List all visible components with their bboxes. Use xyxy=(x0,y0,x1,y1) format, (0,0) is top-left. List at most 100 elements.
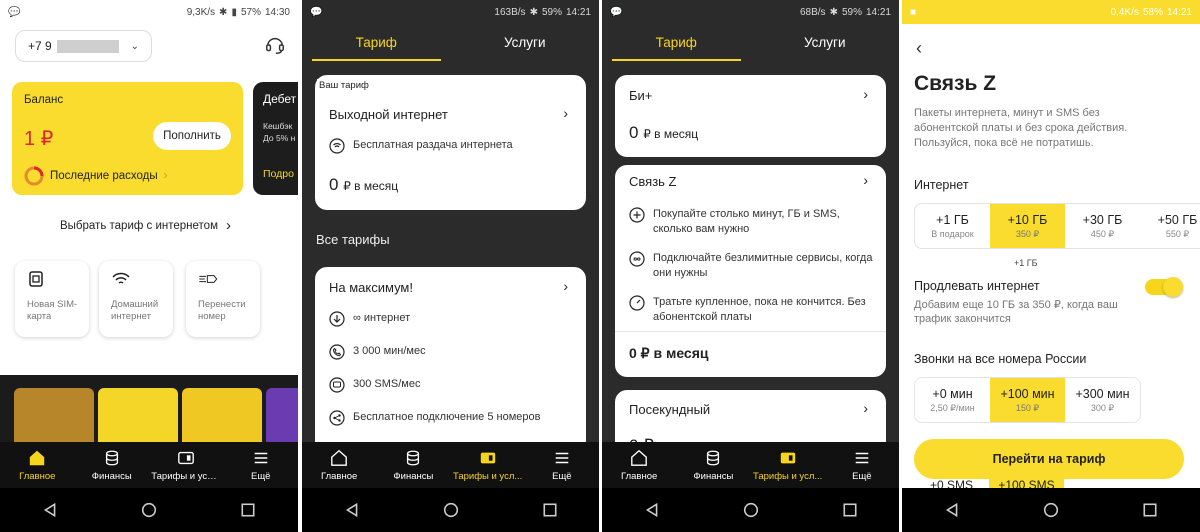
calls-option[interactable]: +300 мин 300 ₽ xyxy=(1065,378,1140,422)
price-unit: ₽ в месяц xyxy=(343,179,399,193)
debit-card-promo[interactable]: Дебет Кешбэк До 5% н Подро xyxy=(253,82,298,195)
last-expenses-link[interactable]: Последние расходы › xyxy=(24,166,167,186)
internet-option[interactable]: +30 ГБ 450 ₽ xyxy=(1065,204,1140,248)
tab-more[interactable]: Ещё xyxy=(827,449,897,482)
chevron-right-icon: › xyxy=(563,278,568,294)
tab-home-label: Главное xyxy=(620,470,658,482)
tab-finance[interactable]: Финансы xyxy=(77,449,147,482)
feature-item: 300 SMS/мес xyxy=(329,377,420,393)
feature-item: Подключайте безлимитные сервисы, когда о… xyxy=(629,251,874,281)
internet-option[interactable]: +1 ГБ В подарок xyxy=(915,204,990,248)
tab-more[interactable]: Ещё xyxy=(527,449,597,482)
tab-home[interactable]: Главное xyxy=(304,449,374,482)
tariff-name: Посекундный xyxy=(629,402,711,417)
switch-tariff-button[interactable]: Перейти на тариф xyxy=(914,439,1184,479)
back-nav-icon[interactable] xyxy=(944,502,960,518)
tab-finance[interactable]: Финансы xyxy=(678,449,748,482)
menu-icon xyxy=(555,452,569,463)
current-tariff-card[interactable]: Ваш тариф Выходной интернет › Бесплатная… xyxy=(315,75,586,210)
tab-finance[interactable]: Финансы xyxy=(378,449,448,482)
option-sub: 2,50 ₽/мин xyxy=(930,402,975,413)
option-label: +30 ГБ xyxy=(1082,212,1123,227)
tariff-card-z[interactable]: Связь Z › Покупайте столько минут, ГБ и … xyxy=(615,165,886,377)
tariff-top-tabs: Тариф Услуги xyxy=(302,24,599,61)
pick-tariff-link[interactable]: Выбрать тариф с интернетом › xyxy=(60,217,231,234)
option-label: +100 мин xyxy=(1000,386,1055,401)
home-nav-icon[interactable] xyxy=(743,502,759,518)
calls-option-selected[interactable]: +100 мин 150 ₽ xyxy=(990,378,1065,422)
clock: 14:21 xyxy=(565,6,591,18)
tab-tariffs[interactable]: Тарифы и усл... xyxy=(753,449,823,482)
internet-option-selected[interactable]: +10 ГБ 350 ₽ xyxy=(990,204,1065,248)
system-nav-bar xyxy=(0,488,298,532)
current-tariff-badge: Ваш тариф xyxy=(317,79,371,92)
battery-level: 58% xyxy=(1142,6,1163,18)
home-nav-icon[interactable] xyxy=(443,502,459,518)
back-nav-icon[interactable] xyxy=(42,502,58,518)
bluetooth-icon: ✱ xyxy=(529,6,538,18)
tab-home-label: Главное xyxy=(320,470,358,482)
tab-finance-label: Финансы xyxy=(91,470,132,482)
extend-toggle[interactable] xyxy=(1145,277,1183,297)
feature-text: ∞ интернет xyxy=(353,312,411,324)
home-internet-button[interactable]: Домашний интернет xyxy=(99,261,173,337)
signal-icon: ▮ xyxy=(231,6,237,18)
home-nav-icon[interactable] xyxy=(141,502,157,518)
status-bar: 💬 68B/s ✱ 59% 14:21 xyxy=(602,0,899,24)
support-headset-icon[interactable] xyxy=(264,34,286,56)
balance-value: 1 ₽ xyxy=(24,128,54,150)
transfer-icon xyxy=(199,275,218,283)
recents-nav-icon[interactable] xyxy=(542,502,558,518)
back-nav-icon[interactable] xyxy=(644,502,660,518)
tab-tariff[interactable]: Тариф xyxy=(302,24,451,61)
topup-button[interactable]: Пополнить xyxy=(153,122,231,150)
tab-tariffs-label: Тарифы и усл... xyxy=(452,470,523,482)
feature-item: Тратьте купленное, пока не кончится. Без… xyxy=(629,295,874,325)
phone-number: +7 9 xyxy=(28,39,52,53)
tariff-card-max[interactable]: На максимум! › ∞ интернет 3 000 мин/мес … xyxy=(315,267,586,467)
tab-home[interactable]: Главное xyxy=(2,449,72,482)
tab-finance-label: Финансы xyxy=(393,470,434,482)
tab-tariffs[interactable]: Тарифы и усл... xyxy=(453,449,523,482)
tab-home[interactable]: Главное xyxy=(604,449,674,482)
gauge-circle-icon xyxy=(629,295,645,311)
back-arrow-icon[interactable]: ‹ xyxy=(916,38,922,59)
coins-icon xyxy=(407,450,420,465)
tab-services[interactable]: Услуги xyxy=(451,24,600,61)
coins-icon xyxy=(707,450,720,465)
system-nav-bar xyxy=(302,488,599,532)
tariff-name: Связь Z xyxy=(629,174,677,189)
tab-tariffs-label: Тарифы и усл... xyxy=(752,470,823,482)
divider xyxy=(615,331,886,332)
home-internet-label: Домашний интернет xyxy=(111,299,159,322)
network-speed: 9,3K/s xyxy=(186,6,216,18)
tab-services[interactable]: Услуги xyxy=(751,24,900,61)
recents-nav-icon[interactable] xyxy=(1142,502,1158,518)
recents-nav-icon[interactable] xyxy=(842,502,858,518)
internet-option[interactable]: +50 ГБ 550 ₽ xyxy=(1140,204,1200,248)
feature-text: Тратьте купленное, пока не кончится. Без… xyxy=(653,296,866,323)
transfer-number-button[interactable]: Перенести номер xyxy=(186,261,260,337)
tariff-price: 0 ₽ в месяц xyxy=(629,345,709,361)
back-nav-icon[interactable] xyxy=(344,502,360,518)
message-circle-icon xyxy=(329,377,345,393)
tab-tariffs[interactable]: Тарифы и услуги xyxy=(151,449,221,482)
tariff-card-bi[interactable]: Би+ › 0 ₽ в месяц xyxy=(615,75,886,157)
balance-card[interactable]: Баланс 1 ₽ Пополнить Последние расходы › xyxy=(12,82,243,195)
tab-more-label: Ещё xyxy=(251,470,271,482)
tab-more[interactable]: Ещё xyxy=(226,449,296,482)
current-tariff-price: 0 ₽ в месяц xyxy=(329,175,398,195)
tab-tariff[interactable]: Тариф xyxy=(602,24,751,61)
feature-text: 3 000 мин/мес xyxy=(353,345,426,357)
bottom-tab-bar: Главное Финансы Тарифы и усл... Ещё xyxy=(302,442,599,488)
phone-number-selector[interactable]: +7 9 ⌄ xyxy=(15,30,152,62)
pick-tariff-label: Выбрать тариф с интернетом xyxy=(60,219,218,232)
debit-link[interactable]: Подро xyxy=(263,168,298,180)
tariff-top-tabs: Тариф Услуги xyxy=(602,24,899,61)
calls-option[interactable]: +0 мин 2,50 ₽/мин xyxy=(915,378,990,422)
bottom-tab-bar: Главное Финансы Тарифы и услуги Ещё xyxy=(0,442,298,488)
new-sim-button[interactable]: Новая SIM-карта xyxy=(15,261,89,337)
home-nav-icon[interactable] xyxy=(1043,502,1059,518)
feature-item: 3 000 мин/мес xyxy=(329,344,426,360)
recents-nav-icon[interactable] xyxy=(240,502,256,518)
